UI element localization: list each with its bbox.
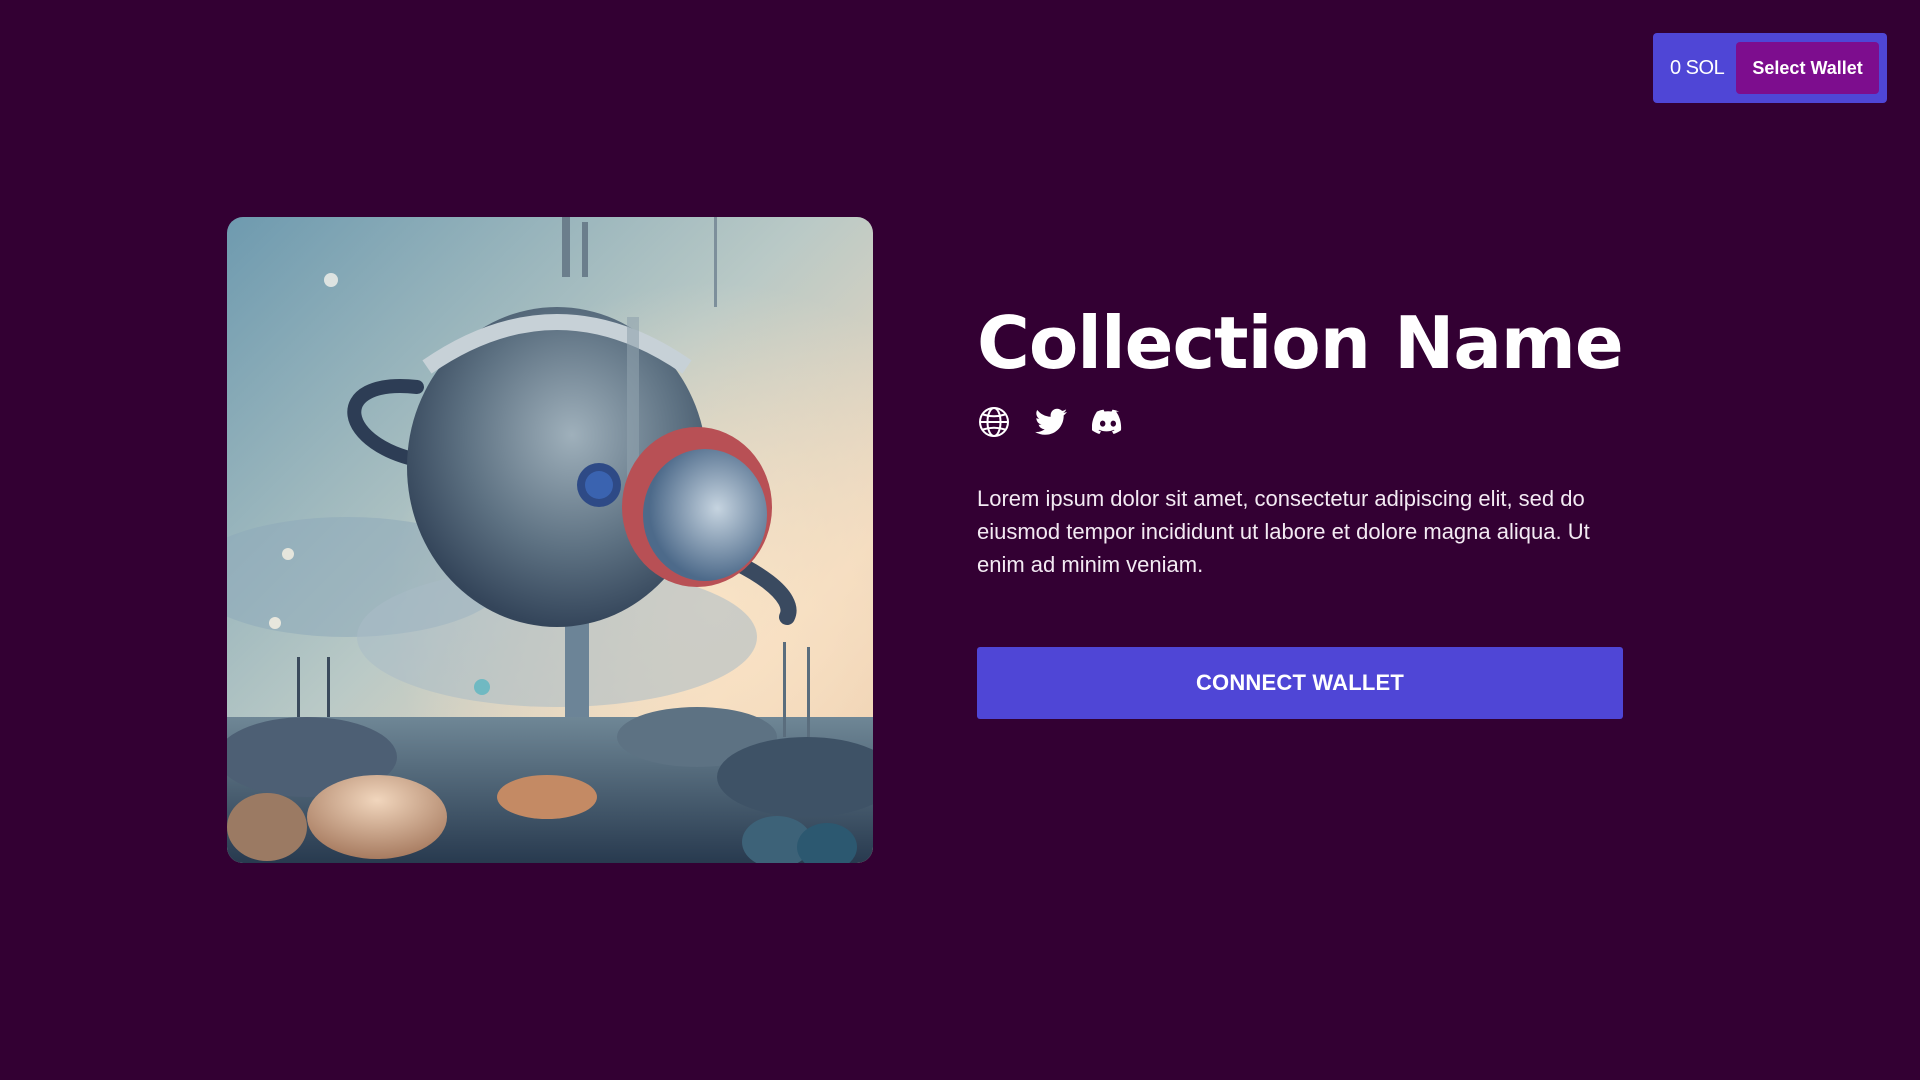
website-link[interactable] (977, 406, 1011, 443)
connect-wallet-button[interactable]: CONNECT WALLET (977, 647, 1623, 719)
twitter-link[interactable] (1034, 407, 1068, 441)
discord-link[interactable] (1091, 407, 1125, 441)
collection-title: Collection Name (977, 301, 1624, 385)
twitter-icon (1035, 408, 1067, 441)
collection-description: Lorem ipsum dolor sit amet, consectetur … (977, 486, 1590, 577)
select-wallet-button[interactable]: Select Wallet (1736, 42, 1879, 94)
globe-icon (978, 406, 1010, 443)
social-links (977, 404, 1623, 444)
wallet-widget: 0 SOL Select Wallet (1653, 33, 1887, 103)
sol-balance: 0 SOL (1670, 56, 1725, 79)
discord-icon (1091, 409, 1124, 440)
mint-page: 0 SOL Select Wallet Collection Name Lore… (0, 0, 1920, 1080)
collection-artwork (227, 217, 873, 863)
collection-info: Collection Name Lorem ipsum dolor sit am… (977, 290, 1624, 719)
